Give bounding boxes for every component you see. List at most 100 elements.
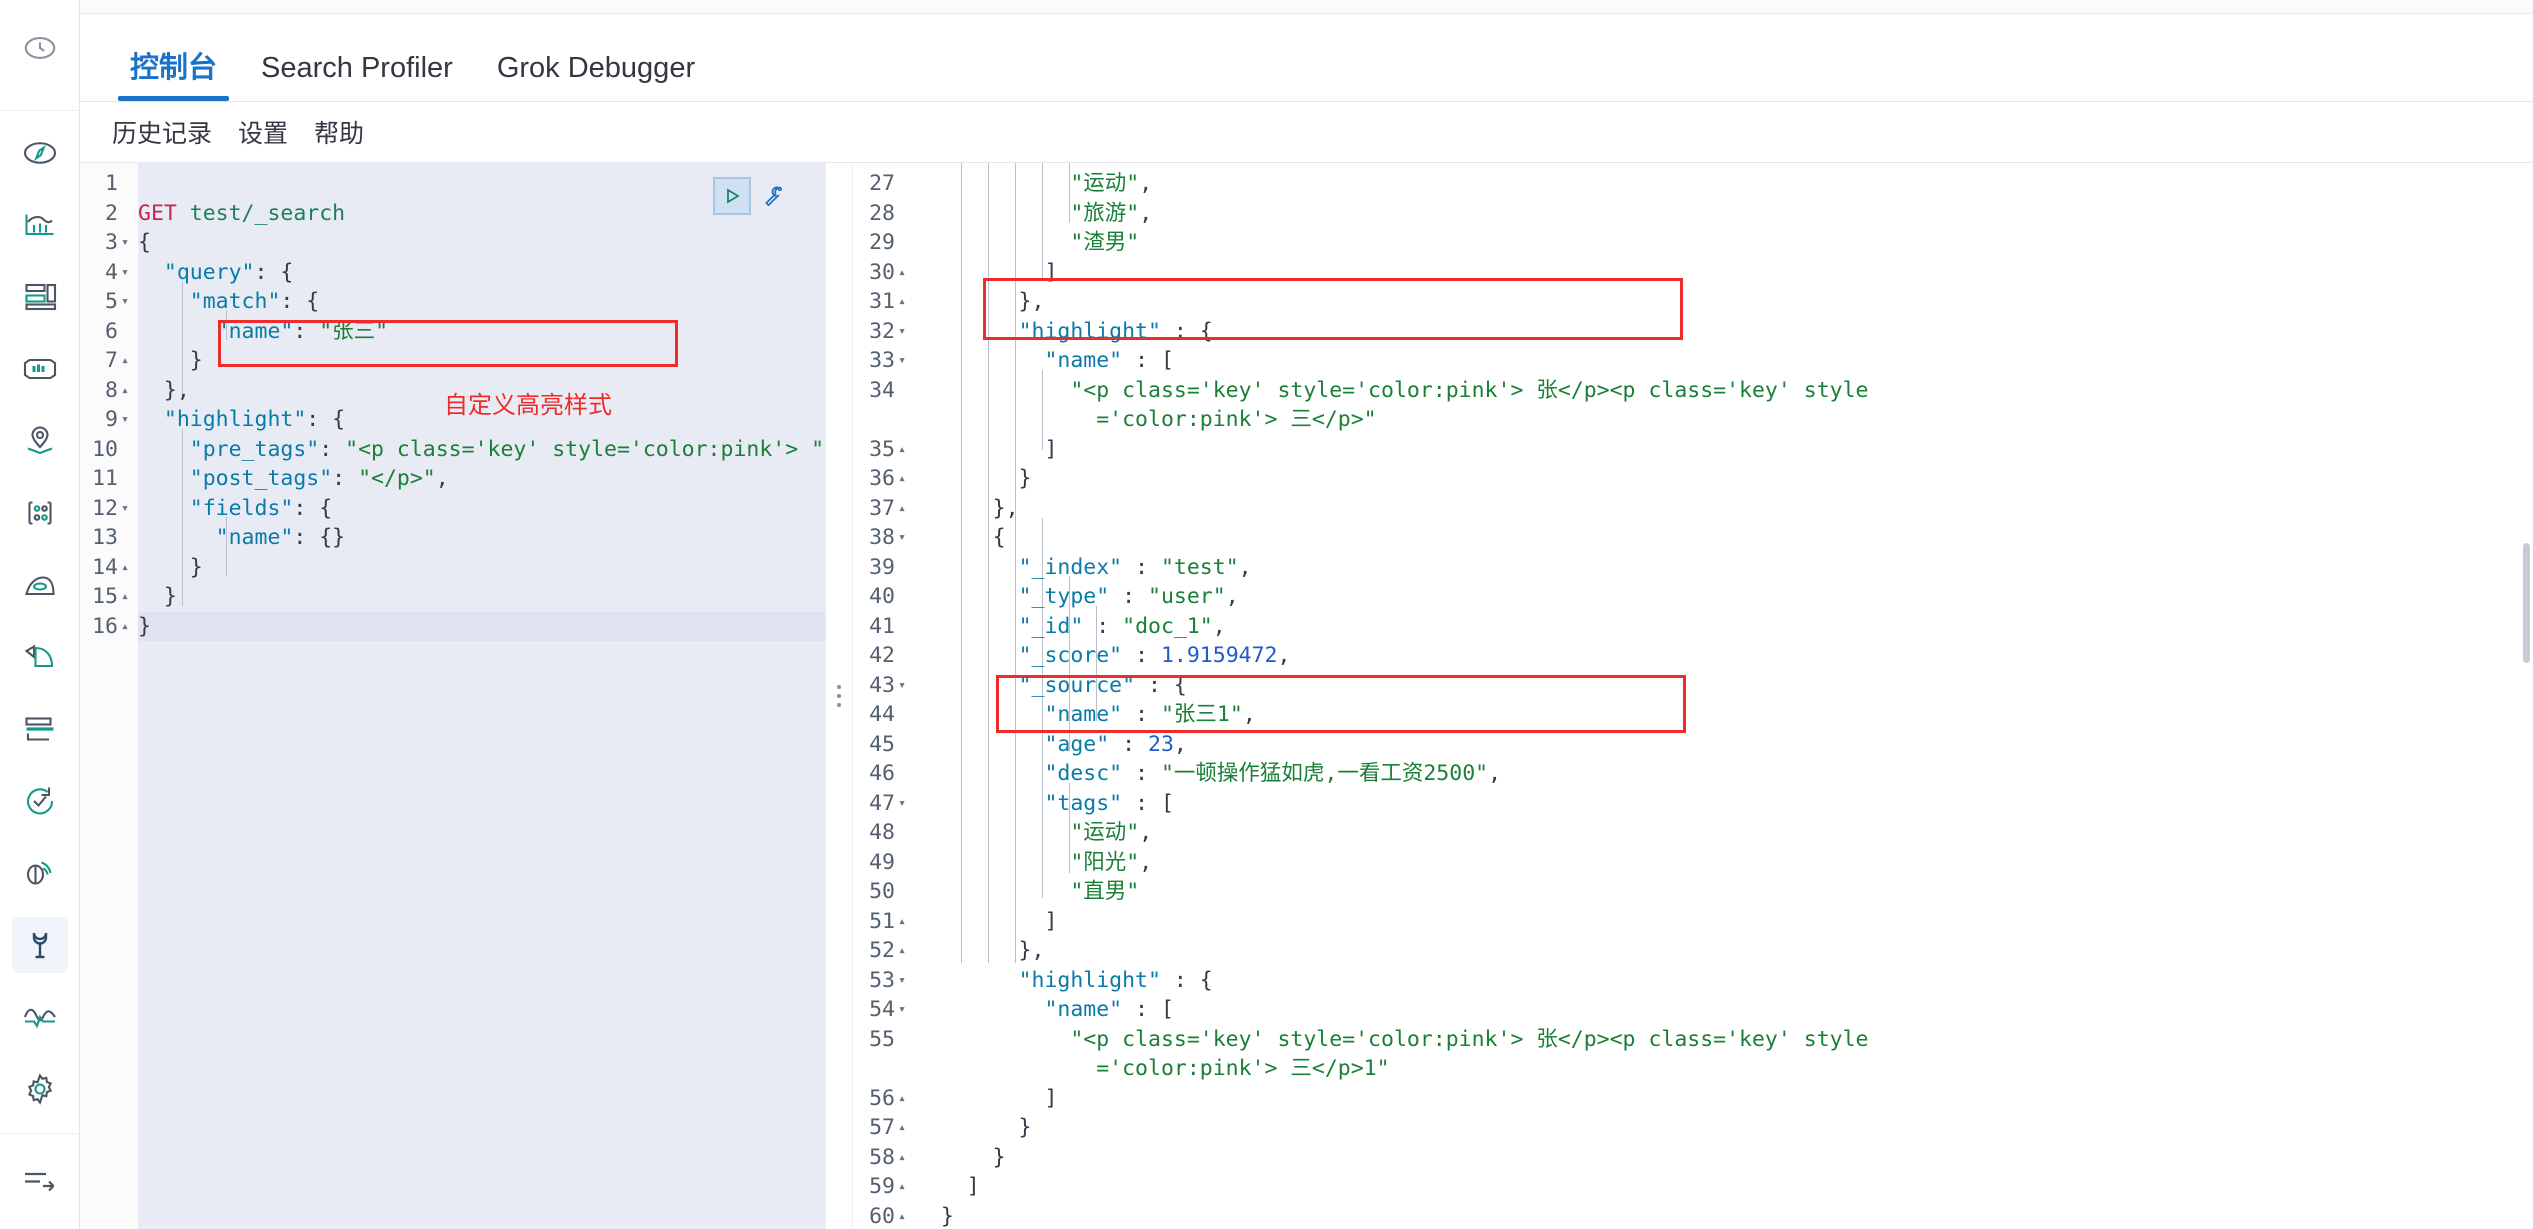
fold-toggle-icon[interactable]: ▴ (895, 1202, 909, 1229)
submenu-help[interactable]: 帮助 (314, 114, 364, 150)
response-code-line[interactable]: "name" : [ (915, 346, 2533, 376)
fold-toggle-icon[interactable]: ▾ (118, 494, 132, 524)
submenu-settings[interactable]: 设置 (238, 114, 288, 150)
request-code-line[interactable]: } (138, 346, 825, 376)
fold-toggle-icon[interactable]: ▴ (895, 464, 909, 494)
response-code-line[interactable]: { (915, 523, 2533, 553)
response-code-line[interactable]: "_type" : "user", (915, 582, 2533, 612)
response-code-line[interactable]: "name" : [ (915, 995, 2533, 1025)
fold-toggle-icon[interactable]: ▴ (895, 1172, 909, 1202)
tab-search-profiler[interactable]: Search Profiler (239, 54, 475, 101)
fold-toggle-icon[interactable]: ▾ (118, 228, 132, 258)
response-code-line[interactable]: "_score" : 1.9159472, (915, 641, 2533, 671)
response-code-line[interactable]: }, (915, 287, 2533, 317)
fold-toggle-icon[interactable]: ▾ (895, 523, 909, 553)
response-code-line[interactable]: "旅游", (915, 199, 2533, 229)
response-code-line[interactable]: } (915, 1143, 2533, 1173)
infrastructure-icon[interactable] (12, 557, 68, 613)
response-code-line[interactable]: } (915, 1202, 2533, 1229)
request-code-line[interactable]: "name": {} (138, 523, 825, 553)
fold-toggle-icon[interactable]: ▴ (118, 612, 132, 642)
fold-toggle-icon[interactable]: ▾ (895, 671, 909, 701)
response-code-line[interactable]: ='color:pink'> 三</p>1" (915, 1054, 2533, 1084)
response-code-line[interactable]: "tags" : [ (915, 789, 2533, 819)
response-code-body[interactable]: "运动", "旅游", "渣男" ] }, "highlight" : { "n… (915, 163, 2533, 1229)
response-scrollbar[interactable] (2523, 543, 2530, 663)
request-editor[interactable]: 1 2 3 ▾ 4 ▾ 5 ▾ 6 7 ▴ 8 ▴ 9 ▾ 10 11 12 ▾ 13 14 ▴ 15 ▴ 16 ▴ GET te… (80, 163, 825, 1229)
request-code-line[interactable]: "name": "张三" (138, 317, 825, 347)
fold-toggle-icon[interactable]: ▴ (895, 1084, 909, 1114)
request-code-line[interactable]: "pre_tags": "<p class='key' style='color… (138, 435, 825, 465)
fold-toggle-icon[interactable]: ▴ (895, 258, 909, 288)
response-code-line[interactable]: "_source" : { (915, 671, 2533, 701)
wrench-icon[interactable] (757, 178, 793, 214)
fold-toggle-icon[interactable]: ▾ (895, 966, 909, 996)
management-icon[interactable] (12, 1061, 68, 1117)
response-code-line[interactable]: "<p class='key' style='color:pink'> 张</p… (915, 1025, 2533, 1055)
fold-toggle-icon[interactable]: ▾ (118, 258, 132, 288)
response-code-line[interactable]: ] (915, 435, 2533, 465)
response-code-line[interactable]: ] (915, 1172, 2533, 1202)
request-code-line[interactable]: } (138, 582, 825, 612)
fold-toggle-icon[interactable]: ▴ (895, 1113, 909, 1143)
request-code-line[interactable]: { (138, 228, 825, 258)
fold-toggle-icon[interactable]: ▴ (118, 553, 132, 583)
fold-toggle-icon[interactable]: ▴ (895, 1143, 909, 1173)
response-editor[interactable]: 27 28 29 30 ▴ 31 ▴ 32 ▾ 33 ▾ 34 35 ▴ 36 ▴ 37 ▴ 38 ▾ 39 40 41 42… (853, 163, 2533, 1229)
response-code-line[interactable]: "渣男" (915, 228, 2533, 258)
send-request-button[interactable] (713, 177, 751, 215)
request-code-body[interactable]: GET test/_search{ "query": { "match": { … (138, 163, 825, 1229)
discover-icon[interactable] (12, 125, 68, 181)
response-code-line[interactable]: ] (915, 907, 2533, 937)
submenu-history[interactable]: 历史记录 (112, 114, 212, 150)
response-code-line[interactable]: "age" : 23, (915, 730, 2533, 760)
response-code-line[interactable]: } (915, 1113, 2533, 1143)
response-code-line[interactable]: "highlight" : { (915, 317, 2533, 347)
response-code-line[interactable]: "desc" : "一顿操作猛如虎,一看工资2500", (915, 759, 2533, 789)
dev-tools-icon[interactable] (11, 917, 68, 973)
tab-grok-debugger[interactable]: Grok Debugger (475, 54, 717, 101)
response-code-line[interactable]: "highlight" : { (915, 966, 2533, 996)
request-code-line[interactable]: "query": { (138, 258, 825, 288)
uptime-icon[interactable] (12, 773, 68, 829)
fold-toggle-icon[interactable]: ▾ (118, 405, 132, 435)
fold-toggle-icon[interactable]: ▾ (895, 789, 909, 819)
fold-toggle-icon[interactable]: ▴ (118, 376, 132, 406)
fold-toggle-icon[interactable]: ▴ (895, 494, 909, 524)
fold-toggle-icon[interactable]: ▴ (895, 435, 909, 465)
response-code-line[interactable]: "直男" (915, 877, 2533, 907)
editor-splitter[interactable] (825, 163, 853, 1229)
fold-toggle-icon[interactable]: ▴ (895, 936, 909, 966)
monitoring-icon[interactable] (12, 989, 68, 1045)
recently-viewed-icon[interactable] (12, 20, 68, 76)
response-code-line[interactable]: "运动", (915, 818, 2533, 848)
request-code-line[interactable]: "match": { (138, 287, 825, 317)
fold-toggle-icon[interactable]: ▾ (118, 287, 132, 317)
siem-icon[interactable] (12, 845, 68, 901)
response-code-line[interactable]: }, (915, 936, 2533, 966)
response-code-line[interactable]: }, (915, 494, 2533, 524)
request-code-line[interactable]: } (138, 553, 825, 583)
fold-toggle-icon[interactable]: ▾ (895, 346, 909, 376)
dashboard-icon[interactable] (12, 269, 68, 325)
fold-toggle-icon[interactable]: ▴ (895, 907, 909, 937)
collapse-icon[interactable] (12, 1152, 68, 1208)
response-code-line[interactable]: "_index" : "test", (915, 553, 2533, 583)
response-code-line[interactable]: "name" : "张三1", (915, 700, 2533, 730)
canvas-icon[interactable] (12, 341, 68, 397)
machine-learning-icon[interactable] (12, 485, 68, 541)
apm-icon[interactable] (12, 701, 68, 757)
response-code-line[interactable]: "<p class='key' style='color:pink'> 张</p… (915, 376, 2533, 406)
request-editor-pane[interactable]: 1 2 3 ▾ 4 ▾ 5 ▾ 6 7 ▴ 8 ▴ 9 ▾ 10 11 12 ▾ 13 14 ▴ 15 ▴ 16 ▴ GET te… (80, 163, 825, 1229)
visualize-icon[interactable] (12, 197, 68, 253)
response-code-line[interactable]: "运动", (915, 169, 2533, 199)
response-editor-pane[interactable]: 27 28 29 30 ▴ 31 ▴ 32 ▾ 33 ▾ 34 35 ▴ 36 ▴ 37 ▴ 38 ▾ 39 40 41 42… (853, 163, 2533, 1229)
response-code-line[interactable]: ='color:pink'> 三</p>" (915, 405, 2533, 435)
response-code-line[interactable]: ] (915, 1084, 2533, 1114)
fold-toggle-icon[interactable]: ▴ (118, 582, 132, 612)
request-code-line[interactable]: } (138, 611, 825, 641)
response-code-line[interactable]: "_id" : "doc_1", (915, 612, 2533, 642)
maps-icon[interactable] (12, 413, 68, 469)
response-code-line[interactable]: } (915, 464, 2533, 494)
fold-toggle-icon[interactable]: ▾ (895, 995, 909, 1025)
